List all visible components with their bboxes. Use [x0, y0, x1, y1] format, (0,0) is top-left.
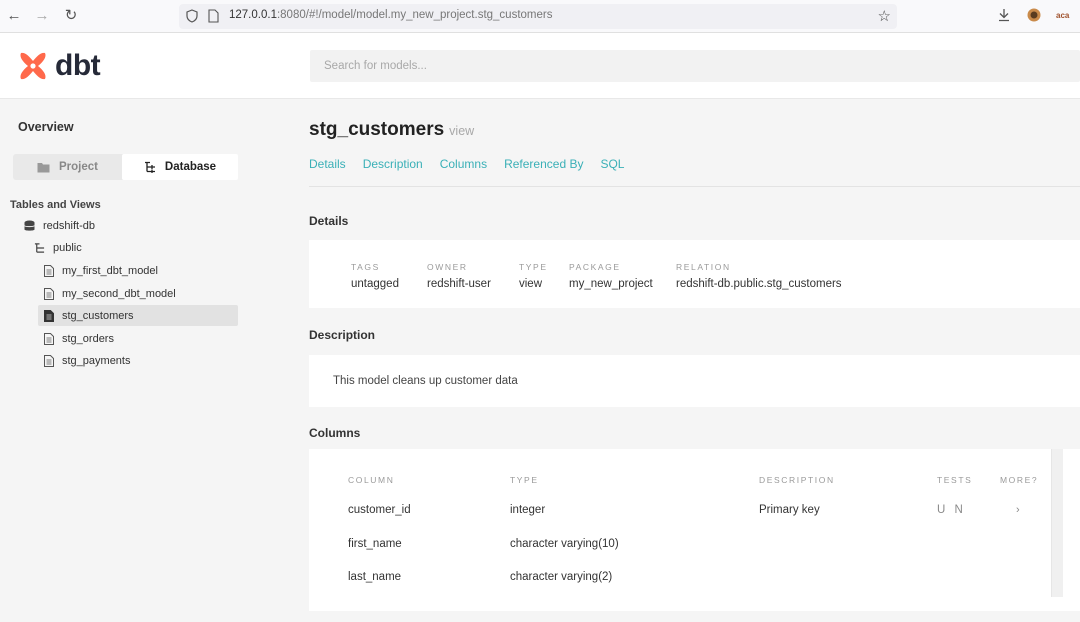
app-header: dbt [0, 33, 1080, 99]
url-host: 127.0.0.1 [229, 9, 277, 21]
detail-label: TAGS [351, 262, 380, 272]
tree-item-database[interactable]: redshift-db [24, 215, 95, 236]
extension-avatar-icon[interactable] [1026, 7, 1042, 23]
details-heading: Details [309, 214, 349, 228]
model-title-row: stg_customers view [309, 119, 474, 141]
file-filled-icon [44, 309, 54, 322]
detail-value: redshift-user [427, 278, 491, 290]
detail-package: PACKAGE my_new_project [569, 262, 653, 290]
tree-item-model-label: stg_payments [62, 354, 131, 367]
back-arrow-icon[interactable]: ← [6, 8, 22, 24]
tabs-divider [309, 186, 1080, 187]
search-box[interactable] [310, 50, 1080, 82]
detail-value: view [519, 278, 543, 290]
url-path: :8080/#!/model/model.my_new_project.stg_… [276, 9, 553, 21]
sidebar: Overview Project Database Tables and Vie… [0, 99, 275, 622]
description-heading: Description [309, 328, 376, 342]
dbt-logo-icon [20, 52, 46, 80]
description-text: This model cleans up customer data [333, 375, 518, 387]
tree-item-model[interactable]: stg_payments [44, 350, 238, 371]
columns-header-description: DESCRIPTION [759, 475, 835, 485]
detail-label: OWNER [427, 262, 468, 272]
shield-icon [186, 9, 198, 23]
schema-tree-icon [34, 242, 45, 253]
details-card: TAGS untagged OWNER redshift-user TYPE v… [309, 240, 1080, 308]
tree-icon [144, 161, 155, 173]
column-type: character varying(10) [510, 538, 619, 550]
project-database-toggle: Project Database [13, 154, 238, 180]
model-kind: view [449, 124, 475, 138]
detail-label: PACKAGE [569, 262, 621, 272]
tab-description[interactable]: Description [363, 157, 423, 171]
section-tabs: Details Description Columns Referenced B… [309, 157, 641, 171]
tab-columns[interactable]: Columns [440, 157, 487, 171]
column-name: last_name [348, 571, 402, 583]
download-icon[interactable] [997, 7, 1011, 23]
tables-and-views-title: Tables and Views [10, 199, 101, 211]
tree-item-model-label: stg_customers [62, 309, 134, 322]
description-card: This model cleans up customer data [309, 355, 1080, 407]
detail-type: TYPE view [519, 262, 548, 290]
tree-item-model[interactable]: my_second_dbt_model [44, 283, 238, 304]
tree-item-database-label: redshift-db [43, 219, 95, 232]
detail-owner: OWNER redshift-user [427, 262, 491, 290]
toggle-project[interactable]: Project [13, 154, 122, 180]
column-name: first_name [348, 538, 402, 550]
tab-details[interactable]: Details [309, 157, 346, 171]
tree-item-model-label: my_second_dbt_model [62, 287, 176, 300]
file-icon [44, 264, 54, 277]
detail-value: redshift-db.public.stg_customers [676, 278, 842, 290]
file-icon [44, 354, 54, 367]
profile-label[interactable]: aca [1056, 11, 1069, 20]
url-text: 127.0.0.1:8080/#!/model/model.my_new_pro… [229, 9, 552, 21]
tree-item-schema[interactable]: public [34, 237, 82, 258]
bookmark-star-icon[interactable]: ☆ [878, 7, 891, 25]
database-icon [24, 220, 35, 231]
columns-header-tests: TESTS [937, 475, 973, 485]
tree-item-schema-label: public [53, 241, 82, 254]
browser-toolbar: ← → ↻ 127.0.0.1:8080/#!/model/model.my_n… [0, 0, 1080, 33]
columns-header-column: COLUMN [348, 475, 395, 485]
page-title: stg_customers [309, 119, 445, 140]
detail-value: untagged [351, 278, 399, 290]
tree-item-model-selected[interactable]: stg_customers [38, 305, 238, 326]
folder-icon [37, 162, 50, 172]
tab-sql[interactable]: SQL [600, 157, 624, 171]
columns-scrollbar[interactable] [1051, 449, 1063, 597]
reload-icon[interactable]: ↻ [63, 8, 79, 24]
columns-card: COLUMN TYPE DESCRIPTION TESTS MORE? cust… [309, 449, 1080, 611]
detail-tags: TAGS untagged [351, 262, 399, 290]
columns-header-more: MORE? [1000, 475, 1039, 485]
main-content: stg_customers view Details Description C… [275, 99, 1080, 622]
tree-item-model[interactable]: my_first_dbt_model [44, 260, 238, 281]
column-tests: U N [937, 504, 966, 516]
overview-link[interactable]: Overview [18, 120, 74, 134]
toggle-project-label: Project [59, 161, 98, 173]
tree-item-model-label: my_first_dbt_model [62, 264, 158, 277]
address-bar[interactable]: 127.0.0.1:8080/#!/model/model.my_new_pro… [179, 4, 897, 29]
column-description: Primary key [759, 504, 820, 516]
search-input[interactable] [310, 50, 1080, 82]
columns-heading: Columns [309, 426, 361, 440]
detail-label: TYPE [519, 262, 548, 272]
logo-text: dbt [55, 49, 101, 82]
tree-item-model-label: stg_orders [62, 332, 114, 345]
toggle-database-label: Database [164, 161, 217, 173]
detail-label: RELATION [676, 262, 731, 272]
toggle-database[interactable]: Database [122, 154, 238, 180]
forward-arrow-icon[interactable]: → [34, 8, 50, 24]
column-name: customer_id [348, 504, 411, 516]
detail-value: my_new_project [569, 278, 653, 290]
dbt-logo[interactable]: dbt [17, 49, 101, 83]
expand-chevron-icon[interactable]: › [1016, 504, 1020, 516]
file-icon [44, 332, 54, 345]
column-type: integer [510, 504, 546, 516]
tab-referenced-by[interactable]: Referenced By [504, 157, 583, 171]
page-icon [208, 9, 219, 23]
tree-item-model[interactable]: stg_orders [44, 328, 238, 349]
column-type: character varying(2) [510, 571, 613, 583]
detail-relation: RELATION redshift-db.public.stg_customer… [676, 262, 842, 290]
columns-header-type: TYPE [510, 475, 539, 485]
file-icon [44, 287, 54, 300]
